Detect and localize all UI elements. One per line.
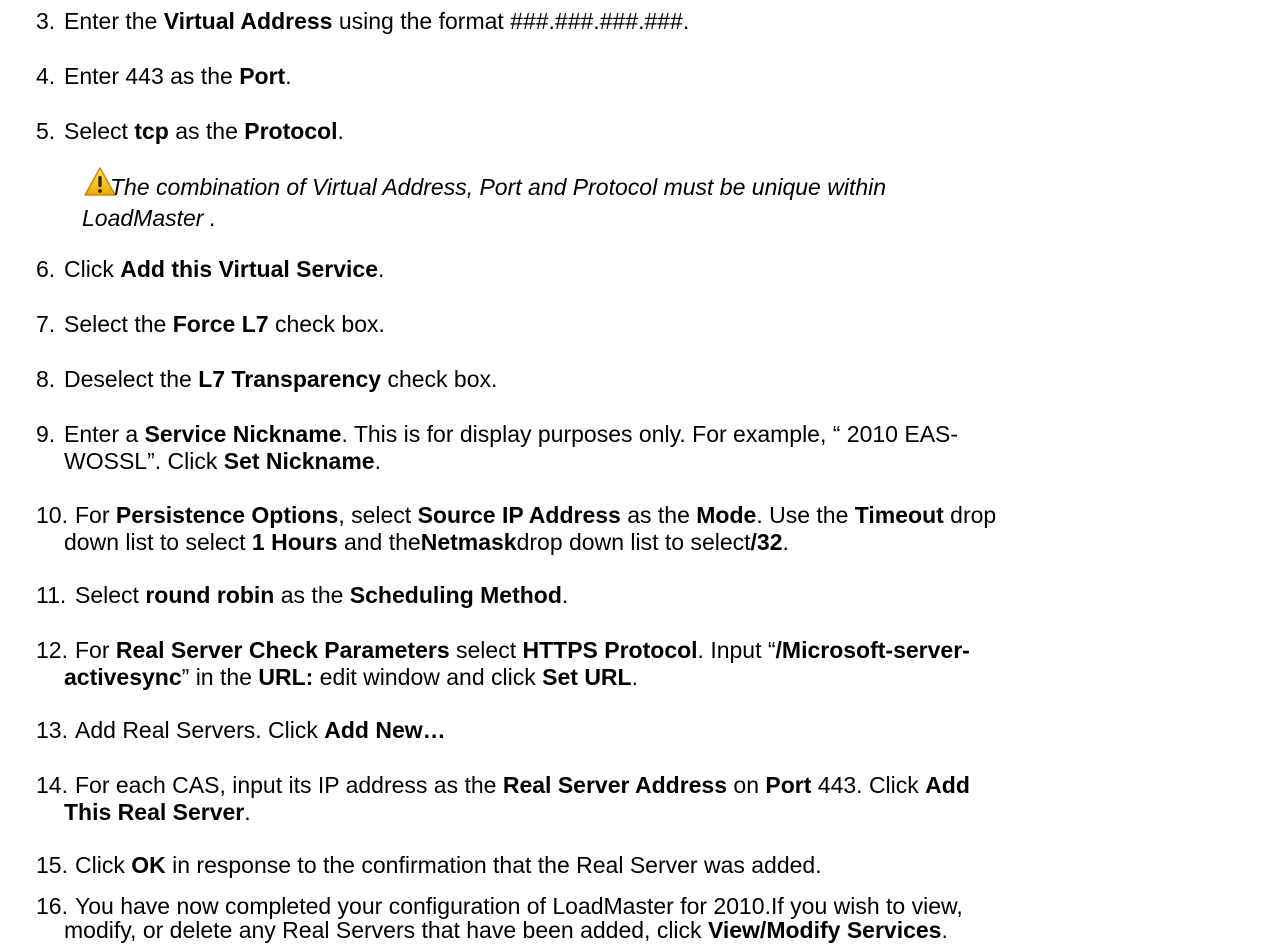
step-number: 11. xyxy=(36,582,67,608)
step-number: 12. xyxy=(36,637,68,663)
step-8: 8. Deselect the L7 Transparency check box… xyxy=(36,366,498,392)
step-10: 10. For Persistence Options, select Sourc… xyxy=(36,502,997,555)
step-number: 6. xyxy=(36,256,56,282)
step-number: 10. xyxy=(36,502,68,528)
step-number: 16. xyxy=(36,893,68,919)
step-12: 12. For Real Server Check Parameters sele… xyxy=(36,637,970,690)
step-6: 6. Click Add this Virtual Service. xyxy=(36,256,385,282)
document-page: 3. Enter the Virtual Address using the fo… xyxy=(0,0,1262,944)
step-number: 15. xyxy=(36,852,68,878)
step-number: 4. xyxy=(36,63,56,89)
step-7: 7. Select the Force L7 check box. xyxy=(36,311,385,337)
step-5: 5. Select tcp as the Protocol. xyxy=(36,118,344,144)
warning-note: The combination of Virtual Address, Port… xyxy=(82,172,1182,234)
step-number: 9. xyxy=(36,421,56,447)
step-number: 8. xyxy=(36,366,56,392)
step-number: 3. xyxy=(36,8,56,34)
step-13: 13. Add Real Servers. Click Add New… xyxy=(36,717,446,743)
note-line-2: LoadMaster . xyxy=(82,205,217,231)
step-16: 16. You have now completed your configura… xyxy=(36,893,963,943)
step-14: 14. For each CAS, input its IP address as… xyxy=(36,772,970,825)
step-4: 4. Enter 443 as the Port. xyxy=(36,63,292,89)
step-15: 15. Click OK in response to the confirmat… xyxy=(36,852,822,878)
step-number: 13. xyxy=(36,717,68,743)
step-11: 11. Select round robin as the Scheduling … xyxy=(36,582,569,608)
note-line-1: The combination of Virtual Address, Port… xyxy=(110,174,887,200)
step-number: 7. xyxy=(36,311,56,337)
step-3: 3. Enter the Virtual Address using the fo… xyxy=(36,8,690,34)
step-number: 5. xyxy=(36,118,56,144)
step-9: 9. Enter a Service Nickname. This is for … xyxy=(36,421,959,474)
step-number: 14. xyxy=(36,772,68,798)
